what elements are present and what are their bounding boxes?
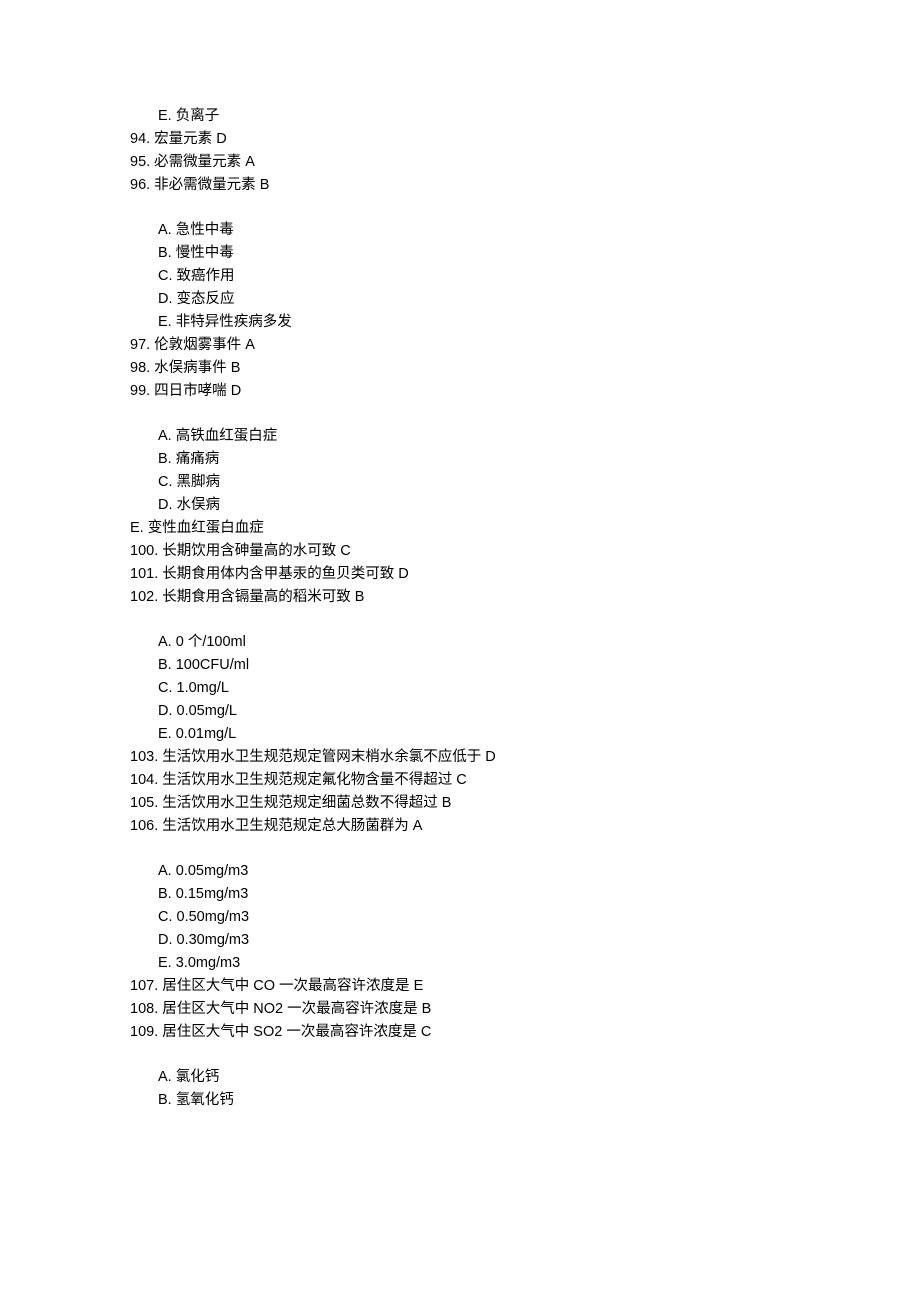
document-page: E. 负离子94. 宏量元素 D95. 必需微量元素 A96. 非必需微量元素 … xyxy=(0,0,920,1212)
question-line: 97. 伦敦烟雾事件 A xyxy=(130,334,790,357)
option-line: E. 变性血红蛋白血症 xyxy=(130,517,790,540)
question-line: 100. 长期饮用含砷量高的水可致 C xyxy=(130,540,790,563)
question-line: 107. 居住区大气中 CO 一次最高容许浓度是 E xyxy=(130,975,790,998)
question-line: 94. 宏量元素 D xyxy=(130,128,790,151)
question-line: 98. 水俣病事件 B xyxy=(130,357,790,380)
question-line: 105. 生活饮用水卫生规范规定细菌总数不得超过 B xyxy=(130,792,790,815)
question-line: 104. 生活饮用水卫生规范规定氟化物含量不得超过 C xyxy=(130,769,790,792)
question-line: 106. 生活饮用水卫生规范规定总大肠菌群为 A xyxy=(130,815,790,838)
option-line: D. 变态反应 xyxy=(130,288,790,311)
option-line: C. 1.0mg/L xyxy=(130,677,790,700)
question-line: 101. 长期食用体内含甲基汞的鱼贝类可致 D xyxy=(130,563,790,586)
option-line: A. 0 个/100ml xyxy=(130,631,790,654)
option-line: C. 黑脚病 xyxy=(130,471,790,494)
question-group: A. 高铁血红蛋白症B. 痛痛病C. 黑脚病D. 水俣病E. 变性血红蛋白血症1… xyxy=(130,425,790,609)
question-line: 102. 长期食用含镉量高的稻米可致 B xyxy=(130,586,790,609)
option-line: E. 负离子 xyxy=(130,105,790,128)
question-group: A. 0.05mg/m3B. 0.15mg/m3C. 0.50mg/m3D. 0… xyxy=(130,860,790,1044)
option-line: B. 氢氧化钙 xyxy=(130,1089,790,1112)
option-line: E. 非特异性疾病多发 xyxy=(130,311,790,334)
option-line: C. 致癌作用 xyxy=(130,265,790,288)
option-line: A. 高铁血红蛋白症 xyxy=(130,425,790,448)
question-group: E. 负离子94. 宏量元素 D95. 必需微量元素 A96. 非必需微量元素 … xyxy=(130,105,790,197)
option-line: D. 0.05mg/L xyxy=(130,700,790,723)
question-line: 108. 居住区大气中 NO2 一次最高容许浓度是 B xyxy=(130,998,790,1021)
option-line: D. 水俣病 xyxy=(130,494,790,517)
question-line: 99. 四日市哮喘 D xyxy=(130,380,790,403)
question-group: A. 氯化钙B. 氢氧化钙 xyxy=(130,1066,790,1112)
option-line: E. 3.0mg/m3 xyxy=(130,952,790,975)
option-line: A. 0.05mg/m3 xyxy=(130,860,790,883)
question-group: A. 急性中毒B. 慢性中毒C. 致癌作用D. 变态反应E. 非特异性疾病多发9… xyxy=(130,219,790,403)
question-group: A. 0 个/100mlB. 100CFU/mlC. 1.0mg/LD. 0.0… xyxy=(130,631,790,838)
option-line: E. 0.01mg/L xyxy=(130,723,790,746)
option-line: D. 0.30mg/m3 xyxy=(130,929,790,952)
option-line: B. 慢性中毒 xyxy=(130,242,790,265)
question-line: 95. 必需微量元素 A xyxy=(130,151,790,174)
option-line: B. 100CFU/ml xyxy=(130,654,790,677)
option-line: B. 0.15mg/m3 xyxy=(130,883,790,906)
option-line: A. 急性中毒 xyxy=(130,219,790,242)
question-line: 103. 生活饮用水卫生规范规定管网末梢水余氯不应低于 D xyxy=(130,746,790,769)
option-line: A. 氯化钙 xyxy=(130,1066,790,1089)
option-line: C. 0.50mg/m3 xyxy=(130,906,790,929)
option-line: B. 痛痛病 xyxy=(130,448,790,471)
question-line: 109. 居住区大气中 SO2 一次最高容许浓度是 C xyxy=(130,1021,790,1044)
question-line: 96. 非必需微量元素 B xyxy=(130,174,790,197)
